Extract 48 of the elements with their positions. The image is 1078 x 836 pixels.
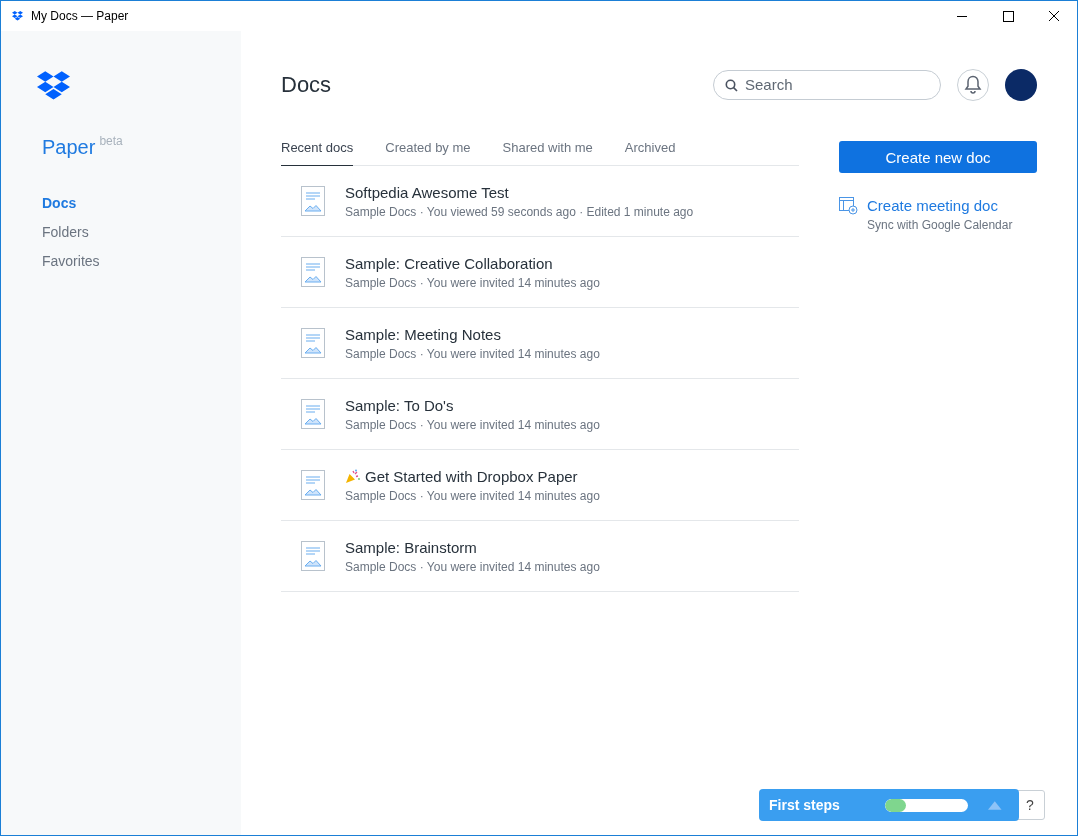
doc-meta: Sample Docs · You were invited 14 minutes ago (345, 346, 600, 361)
doc-row[interactable]: Get Started with Dropbox Paper Sample Docs · You were invited 14 minutes ago (281, 450, 799, 521)
doc-title: Sample: Creative Collaboration (345, 254, 553, 272)
dropbox-logo-icon (37, 71, 70, 101)
sidebar-item[interactable]: Favorites (42, 253, 100, 269)
document-icon (301, 257, 325, 287)
notifications-button[interactable] (957, 68, 989, 101)
document-icon (301, 328, 325, 358)
doc-meta: Sample Docs · You were invited 14 minutes ago (345, 417, 600, 432)
doc-title: Softpedia Awesome Test (345, 183, 509, 201)
doc-title: Sample: Brainstorm (345, 538, 477, 556)
app-name: Paper (42, 136, 96, 159)
create-doc-button[interactable]: Create new doc (839, 141, 1037, 173)
doc-title: Sample: To Do's (345, 396, 454, 414)
tab[interactable]: Recent docs (281, 132, 354, 166)
tab[interactable]: Shared with me (502, 132, 593, 166)
document-icon (301, 186, 325, 216)
tab[interactable]: Archived (624, 132, 676, 166)
document-icon (301, 470, 325, 500)
first-steps-label: First steps (769, 797, 841, 813)
page-title: Docs (281, 71, 333, 98)
doc-title: Sample: Meeting Notes (345, 325, 501, 343)
window-title: My Docs — Paper (31, 9, 129, 23)
avatar[interactable] (1005, 68, 1037, 101)
doc-meta: Sample Docs · You were invited 14 minutes ago (345, 488, 600, 503)
document-icon (301, 541, 325, 571)
doc-meta: Sample Docs · You were invited 14 minutes ago (345, 275, 600, 290)
doc-row[interactable]: Sample: Brainstorm Sample Docs · You were invited 14 minutes ago (281, 521, 799, 592)
doc-row[interactable]: Softpedia Awesome Test Sample Docs · You viewed 59 seconds ago · Edited 1 minute ago (281, 166, 799, 237)
dropbox-logo-icon (12, 11, 23, 21)
doc-meta: Sample Docs · You were invited 14 minutes ago (345, 559, 600, 574)
doc-meta: Sample Docs · You viewed 59 seconds ago · Edited 1 minute ago (345, 204, 694, 219)
bell-icon (964, 75, 982, 94)
tab[interactable]: Created by me (385, 132, 471, 166)
sidebar-item[interactable]: Docs (42, 195, 77, 211)
create-meeting-doc-link[interactable]: Create meeting doc (867, 197, 998, 214)
meeting-hint: Sync with Google Calendar (867, 218, 1013, 232)
beta-label: beta (99, 134, 123, 148)
doc-row[interactable]: Sample: Creative Collaboration Sample Docs · You were invited 14 minutes ago (281, 237, 799, 308)
document-icon (301, 399, 325, 429)
party-popper-icon (345, 468, 360, 484)
search-field[interactable]: Search (713, 69, 941, 100)
calendar-add-icon (839, 197, 858, 215)
sidebar-item[interactable]: Folders (42, 224, 89, 240)
doc-row[interactable]: Sample: Meeting Notes Sample Docs · You were invited 14 minutes ago (281, 308, 799, 379)
first-steps-panel[interactable]: First steps (759, 789, 1019, 821)
doc-row[interactable]: Sample: To Do's Sample Docs · You were invited 14 minutes ago (281, 379, 799, 450)
doc-title: Get Started with Dropbox Paper (365, 467, 578, 485)
